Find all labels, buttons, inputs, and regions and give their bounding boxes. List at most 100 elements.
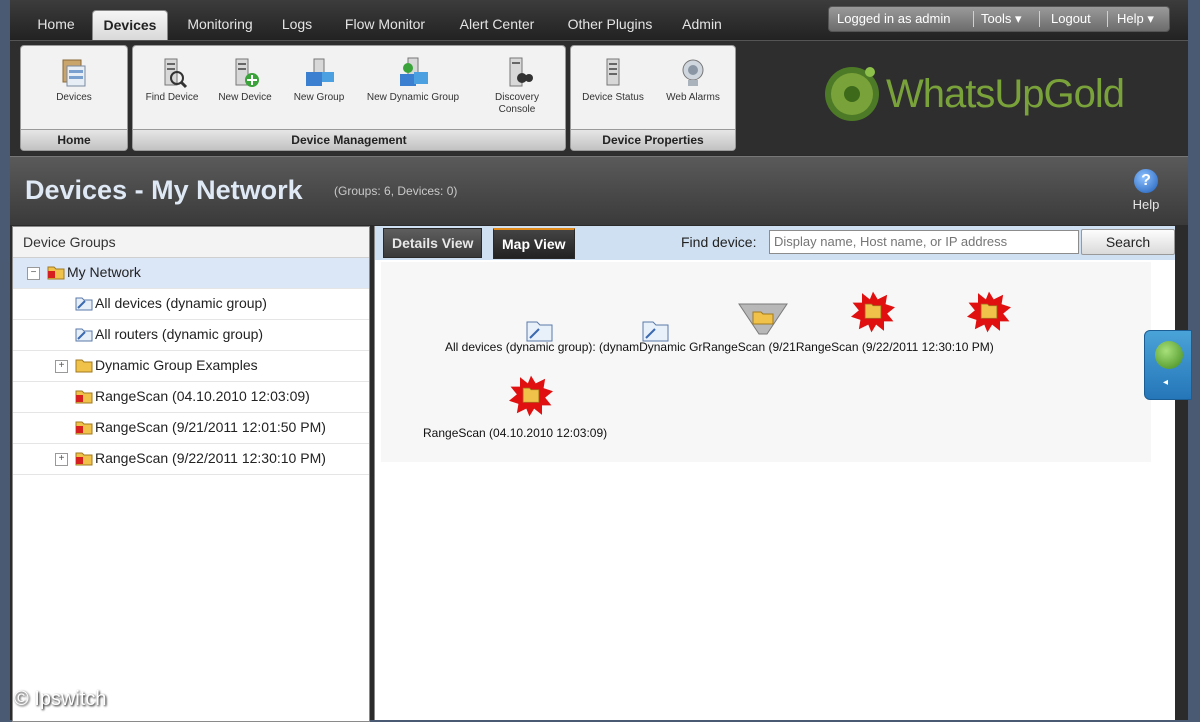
folder-red-icon (75, 390, 93, 404)
new-group-label: New Group (293, 92, 345, 103)
ribbon-group-home: Devices Home (20, 45, 128, 151)
tools-menu[interactable]: Tools ▾ (981, 7, 1022, 31)
separator (973, 11, 974, 27)
tree-item-dynamic-group-examples[interactable]: + Dynamic Group Examples (13, 351, 369, 382)
devices-button[interactable]: Devices (31, 52, 117, 124)
folder-red-icon (75, 421, 93, 435)
web-alarms-button[interactable]: Web Alarms (655, 52, 731, 124)
new-dynamic-group-button[interactable]: New Dynamic Group (365, 52, 461, 124)
map-node-labels: All devices (dynamic group): (dynamDynam… (445, 340, 994, 354)
new-group-icon (306, 58, 334, 86)
tree-item-label: RangeScan (9/22/2011 12:30:10 PM) (95, 450, 326, 466)
arrow-left-icon: ◂ (1163, 377, 1169, 388)
separator (1039, 11, 1040, 27)
find-device-label: Find Device (145, 92, 199, 103)
globe-icon (1155, 341, 1183, 369)
alert-folder-icon[interactable] (843, 290, 903, 334)
new-device-icon (235, 58, 259, 87)
side-panel-toggle[interactable]: ◂ (1144, 330, 1192, 400)
logout-link[interactable]: Logout (1051, 7, 1091, 31)
tree-item-rangescan-2[interactable]: RangeScan (9/21/2011 12:01:50 PM) (13, 413, 369, 444)
tab-home[interactable]: Home (28, 10, 84, 40)
help-menu[interactable]: Help ▾ (1117, 7, 1154, 31)
map-node-label: RangeScan (04.10.2010 12:03:09) (423, 426, 608, 440)
find-device-icon (164, 58, 188, 89)
tree-item-all-routers[interactable]: All routers (dynamic group) (13, 320, 369, 351)
whatsupgold-logo: WhatsUpGold (822, 62, 1172, 132)
tree-item-label: RangeScan (04.10.2010 12:03:09) (95, 388, 310, 404)
tools-label: Tools (981, 11, 1012, 26)
ribbon-group-label: Home (21, 129, 127, 150)
tab-map-view[interactable]: Map View (493, 228, 575, 259)
tree-item-label: My Network (67, 264, 141, 280)
tab-alert-center[interactable]: Alert Center (448, 10, 546, 40)
tab-admin[interactable]: Admin (674, 10, 730, 40)
dynamic-group-icon (75, 328, 93, 342)
alert-folder-icon[interactable] (959, 290, 1019, 334)
tree-item-label: RangeScan (9/21/2011 12:01:50 PM) (95, 419, 326, 435)
ribbon-group-device-properties: Device Status Web Alarms Device Properti… (570, 45, 736, 151)
separator (1107, 11, 1108, 27)
copyright-watermark: © Ipswitch (14, 688, 107, 710)
chevron-down-icon: ▾ (1147, 11, 1154, 26)
discovery-console-icon (509, 57, 533, 87)
folder-red-icon (47, 266, 65, 280)
device-groups-panel: Device Groups − My Network All devices (… (12, 226, 370, 722)
folder-icon (75, 359, 93, 373)
devices-icon (62, 59, 86, 87)
expand-icon[interactable]: + (55, 453, 68, 466)
alert-folder-icon[interactable] (501, 374, 561, 418)
chevron-down-icon: ▾ (1014, 11, 1022, 26)
user-bar: Logged in as admin Tools ▾ Logout Help ▾ (828, 6, 1170, 32)
discovery-console-label: Discovery Console (495, 92, 539, 115)
device-status-label: Device Status (582, 92, 644, 103)
tab-flow-monitor[interactable]: Flow Monitor (332, 10, 438, 40)
logged-in-label: Logged in as admin (837, 11, 951, 26)
help-menu-label: Help (1117, 11, 1144, 26)
expand-icon[interactable]: + (55, 360, 68, 373)
new-dynamic-group-icon (400, 57, 428, 86)
ribbon-group-label: Device Management (133, 129, 565, 150)
collapse-icon[interactable]: − (27, 267, 40, 280)
tree-item-label: All devices (dynamic group) (95, 295, 267, 311)
tree-item-rangescan-3[interactable]: + RangeScan (9/22/2011 12:30:10 PM) (13, 444, 369, 475)
filter-folder-icon[interactable] (733, 300, 793, 344)
map-canvas: All devices (dynamic group): (dynamDynam… (381, 262, 1151, 462)
discovery-console-button[interactable]: Discovery Console (477, 52, 557, 124)
tree-item-label: All routers (dynamic group) (95, 326, 264, 342)
ribbon-group-label: Device Properties (571, 129, 735, 150)
question-icon: ? (1134, 169, 1158, 193)
tab-monitoring[interactable]: Monitoring (174, 10, 266, 40)
tree-item-all-devices[interactable]: All devices (dynamic group) (13, 289, 369, 320)
new-group-button[interactable]: New Group (283, 52, 355, 124)
search-button[interactable]: Search (1081, 229, 1175, 255)
tab-logs[interactable]: Logs (272, 10, 322, 40)
new-device-button[interactable]: New Device (209, 52, 281, 124)
top-nav: Home Devices Monitoring Logs Flow Monito… (10, 0, 1188, 41)
find-device-button[interactable]: Find Device (137, 52, 207, 124)
web-alarms-label: Web Alarms (666, 92, 720, 103)
tree-item-label: Dynamic Group Examples (95, 357, 258, 373)
web-alarms-icon (682, 59, 704, 86)
network-map: All devices (dynamic group): (dynamDynam… (381, 262, 1169, 716)
devices-button-label: Devices (56, 92, 92, 103)
tree-item-my-network[interactable]: − My Network (13, 258, 369, 289)
view-toolbar: Details View Map View Find device: Searc… (375, 226, 1175, 260)
ribbon-group-device-management: Find Device New Device New Group New Dyn… (132, 45, 566, 151)
tree-item-rangescan-1[interactable]: RangeScan (04.10.2010 12:03:09) (13, 382, 369, 413)
tab-other-plugins[interactable]: Other Plugins (556, 10, 664, 40)
tab-devices[interactable]: Devices (92, 10, 168, 41)
page-titlebar: Devices - My Network (Groups: 6, Devices… (10, 156, 1188, 225)
folder-red-icon (75, 452, 93, 466)
app-window: Home Devices Monitoring Logs Flow Monito… (10, 0, 1188, 722)
help-label: Help (1132, 197, 1160, 212)
map-panel: Details View Map View Find device: Searc… (374, 226, 1175, 720)
help-button[interactable]: ? Help (1128, 169, 1164, 219)
device-groups-header: Device Groups (13, 227, 369, 258)
tab-details-view[interactable]: Details View (383, 228, 483, 258)
device-status-button[interactable]: Device Status (575, 52, 651, 124)
find-device-input[interactable] (769, 230, 1079, 254)
page-title: Devices - My Network (25, 175, 303, 205)
new-dynamic-group-label: New Dynamic Group (366, 92, 460, 103)
logo-globe-icon (825, 67, 879, 121)
